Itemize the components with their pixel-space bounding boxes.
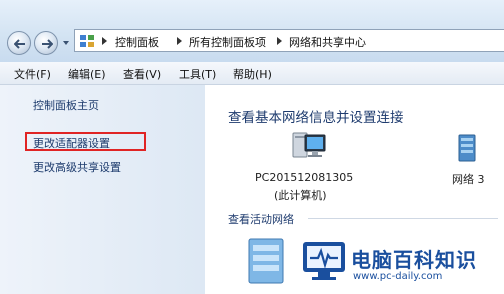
breadcrumb-separator-icon[interactable]: [177, 37, 182, 45]
breadcrumb-network-center[interactable]: 网络和共享中心: [289, 34, 366, 50]
computer-subtitle: (此计算机): [274, 189, 327, 202]
breadcrumb[interactable]: 控制面板 所有控制面板项 网络和共享中心: [74, 29, 504, 52]
forward-button[interactable]: [34, 31, 58, 55]
sidebar-item-advanced-sharing-settings[interactable]: 更改高级共享设置: [33, 159, 121, 175]
network-icon: [458, 134, 476, 162]
back-button[interactable]: [7, 31, 31, 55]
section-divider: [308, 218, 498, 219]
menu-tools[interactable]: 工具(T): [179, 66, 216, 82]
watermark-url: www.pc-daily.com: [353, 271, 443, 282]
breadcrumb-separator-icon: [102, 37, 107, 45]
sidebar-item-change-adapter-settings[interactable]: 更改适配器设置: [33, 135, 110, 151]
menu-bar: 文件(F) 编辑(E) 查看(V) 工具(T) 帮助(H): [0, 62, 504, 85]
breadcrumb-control-panel[interactable]: 控制面板: [115, 34, 159, 50]
back-arrow-icon: [14, 39, 25, 49]
breadcrumb-separator-icon[interactable]: [277, 37, 282, 45]
active-networks-heading: 查看活动网络: [228, 213, 294, 226]
address-bar: 控制面板 所有控制面板项 网络和共享中心: [0, 0, 504, 62]
network-location-icon: [248, 238, 284, 284]
breadcrumb-all-items[interactable]: 所有控制面板项: [189, 34, 266, 50]
network-label[interactable]: 网络 3: [452, 171, 485, 187]
control-panel-icon: [80, 35, 94, 47]
site-logo-icon: [303, 242, 345, 280]
watermark-title: 电脑百科知识: [351, 248, 477, 272]
computer-name: PC201512081305: [255, 171, 354, 184]
forward-arrow-icon: [42, 39, 53, 49]
computer-icon: [292, 132, 326, 158]
menu-file[interactable]: 文件(F): [14, 66, 51, 82]
sidebar-item-control-panel-home[interactable]: 控制面板主页: [33, 97, 99, 113]
menu-view[interactable]: 查看(V): [123, 66, 161, 82]
menu-edit[interactable]: 编辑(E): [68, 66, 106, 82]
page-title: 查看基本网络信息并设置连接: [228, 110, 404, 126]
menu-help[interactable]: 帮助(H): [233, 66, 272, 82]
recent-pages-dropdown-icon[interactable]: [62, 39, 70, 47]
left-pane-background: [0, 85, 205, 294]
